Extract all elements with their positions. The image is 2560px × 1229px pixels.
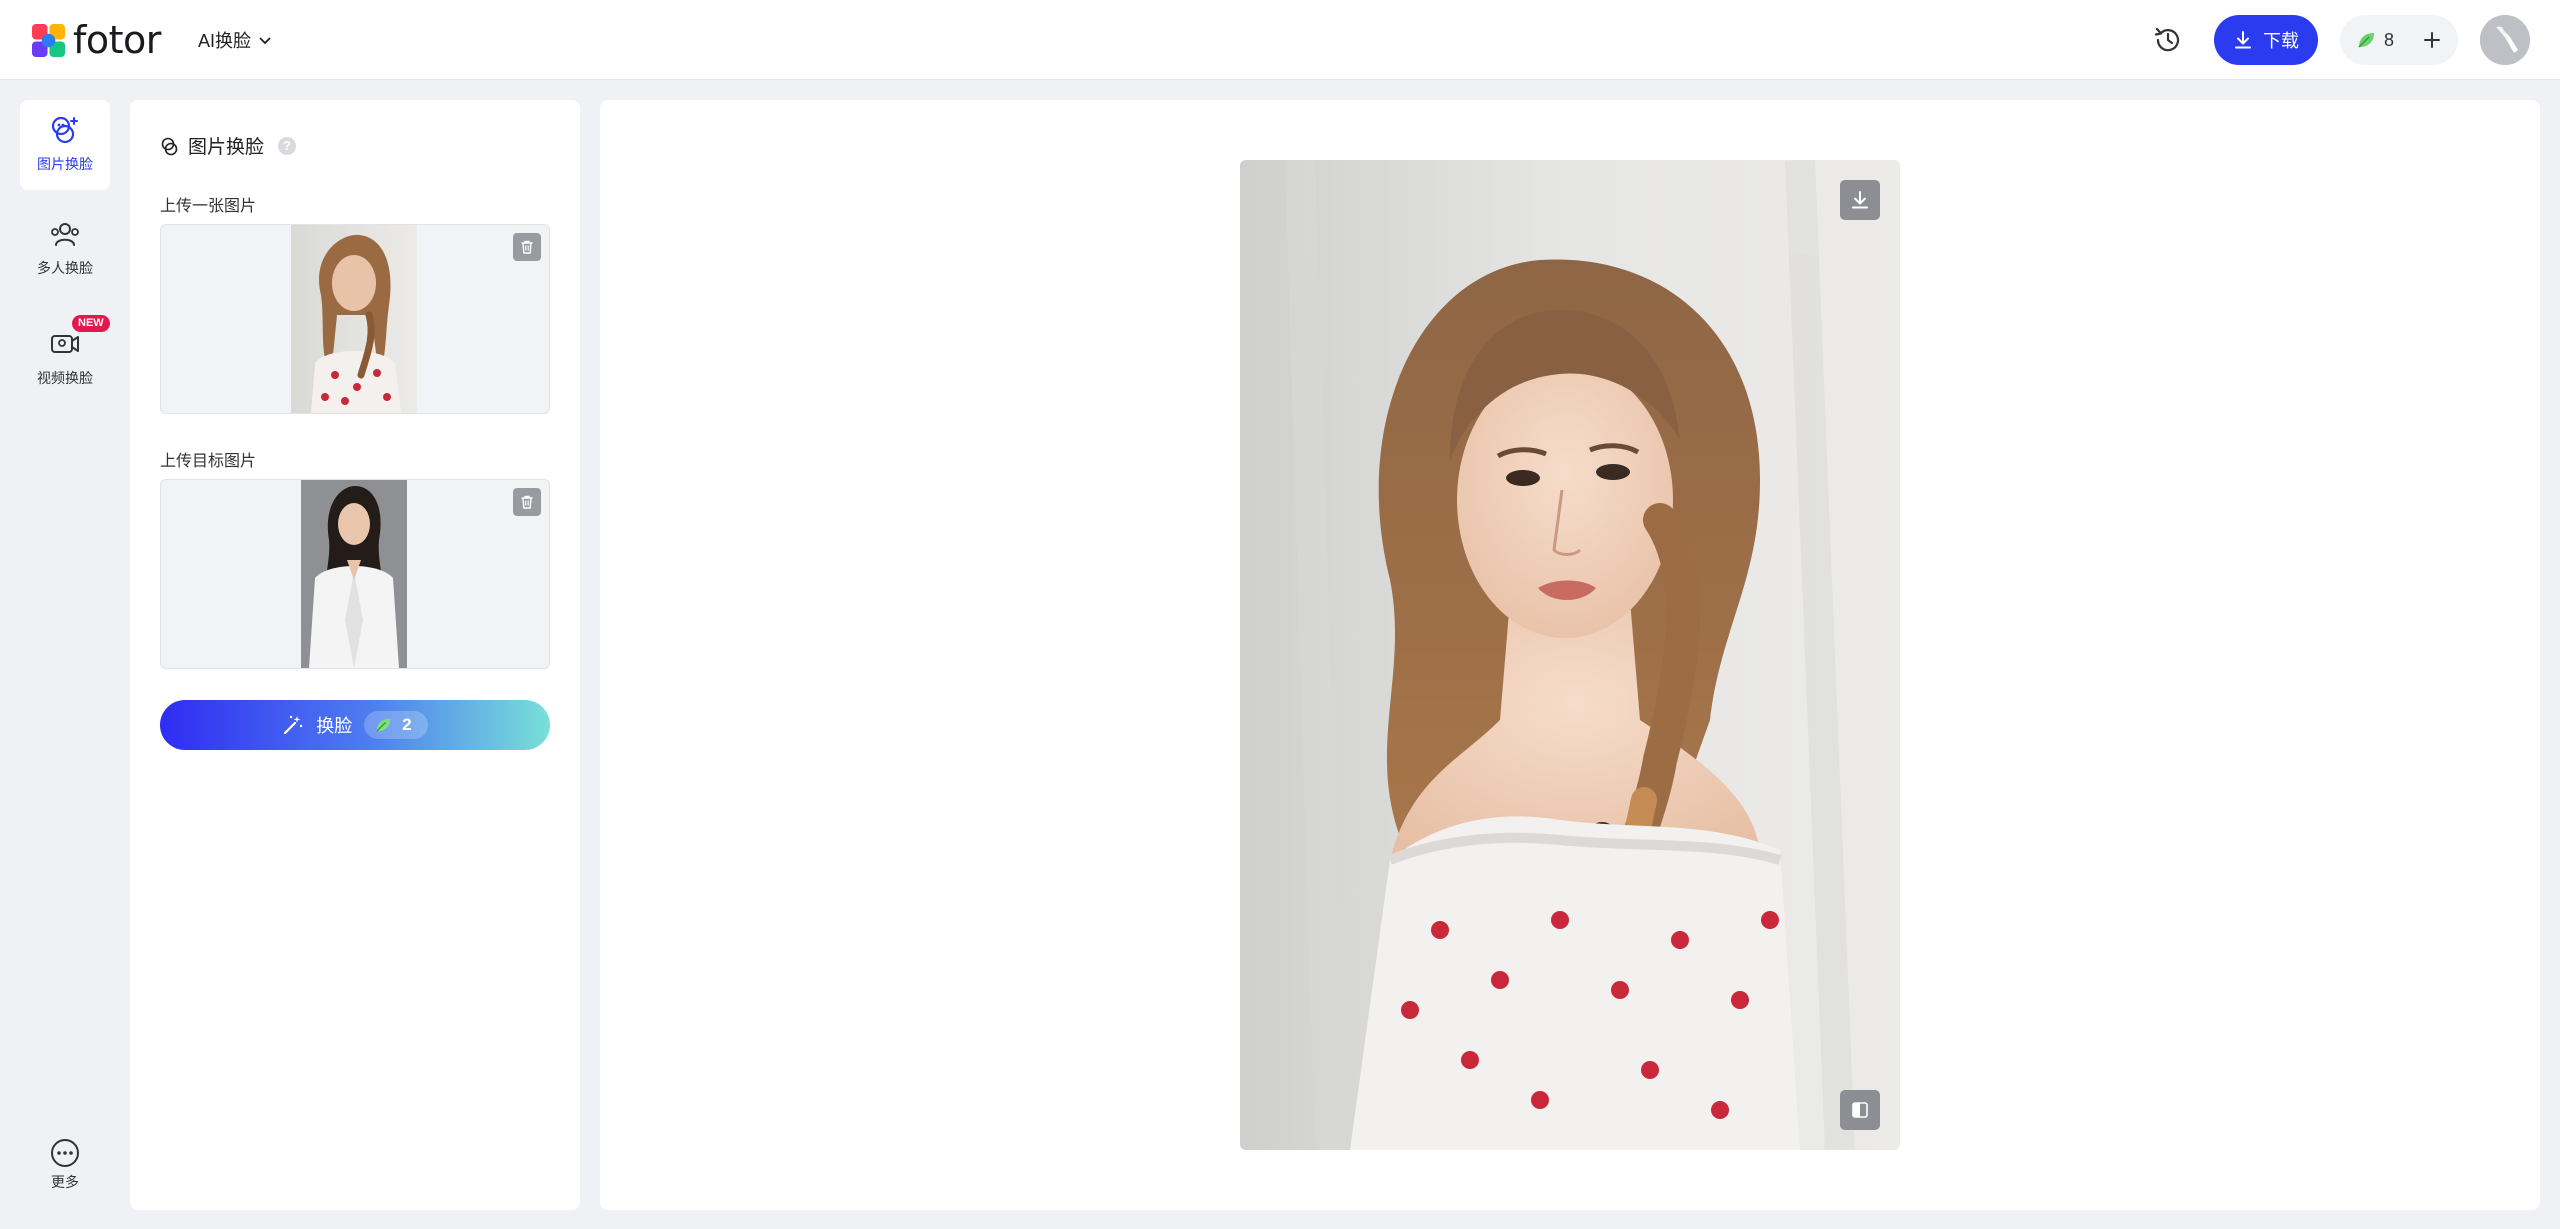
target-image-label: 上传目标图片 [160, 453, 257, 470]
credits-counter[interactable]: 8 [2340, 15, 2458, 65]
credits-count: 8 [2384, 29, 2395, 50]
panel-header: 图片换脸 ? [160, 132, 297, 159]
swap-face-label: 换脸 [316, 716, 353, 736]
face-swap-icon [161, 137, 178, 155]
trash-icon [521, 495, 533, 509]
target-image-upload[interactable] [160, 479, 550, 669]
sidebar-item-label: 视频换脸 [37, 370, 93, 386]
sidebar-item-photo-swap[interactable]: 图片换脸 [20, 100, 110, 190]
source-image-label: 上传一张图片 [160, 198, 257, 215]
source-image-upload[interactable] [160, 224, 550, 414]
face-swap-icon [51, 116, 78, 144]
result-photo [1240, 160, 1900, 1150]
mode-label: AI换脸 [198, 31, 252, 51]
compare-icon [1852, 1102, 1868, 1118]
delete-target-button[interactable] [513, 488, 541, 516]
leaf-credit-icon [376, 718, 391, 732]
download-icon [1852, 191, 1868, 209]
delete-source-button[interactable] [513, 233, 541, 261]
new-badge: NEW [72, 315, 110, 332]
leaf-credit-icon [2358, 33, 2374, 48]
chevron-down-icon [259, 37, 271, 45]
download-result-button[interactable] [1840, 180, 1880, 220]
result-image [1240, 160, 1900, 1150]
sidebar-item-more[interactable]: 更多 [20, 1138, 110, 1198]
trash-icon [521, 240, 533, 254]
compare-button[interactable] [1840, 1090, 1880, 1130]
preview-area [600, 100, 2540, 1210]
swap-cost-badge: 2 [364, 711, 428, 739]
add-credits-icon[interactable] [2420, 28, 2444, 52]
user-avatar[interactable] [2480, 15, 2530, 65]
swap-face-button[interactable]: 换脸 2 [160, 700, 550, 750]
multi-face-icon [51, 223, 79, 246]
logo-text: fotor [73, 18, 161, 62]
source-image-thumbnail [291, 225, 417, 413]
download-label: 下载 [2263, 31, 2299, 51]
panel-title: 图片换脸 [188, 137, 265, 158]
more-label: 更多 [51, 1174, 79, 1190]
tool-panel: 图片换脸 ? 上传一张图片 上传目标图片 换脸 2 [130, 100, 580, 1210]
fotor-logo[interactable]: fotor [32, 18, 161, 62]
sidebar-item-label: 图片换脸 [37, 156, 93, 172]
more-icon [51, 1139, 79, 1167]
help-icon[interactable]: ? [278, 136, 297, 155]
target-image-thumbnail [301, 480, 407, 668]
avatar-icon [2480, 15, 2530, 65]
sidebar-item-label: 多人换脸 [37, 260, 93, 276]
download-icon [2235, 31, 2251, 49]
mode-switch-dropdown[interactable]: AI换脸 [198, 26, 273, 54]
download-button[interactable]: 下载 [2214, 15, 2318, 65]
swap-cost-value: 2 [402, 715, 412, 734]
top-bar: fotor AI换脸 下载 8 [0, 0, 2560, 80]
history-icon[interactable] [2152, 24, 2184, 56]
sidebar-item-multi-swap[interactable]: 多人换脸 [20, 210, 110, 280]
fotor-logo-icon [32, 23, 65, 57]
video-swap-icon [51, 335, 79, 353]
magic-wand-icon [284, 715, 303, 735]
